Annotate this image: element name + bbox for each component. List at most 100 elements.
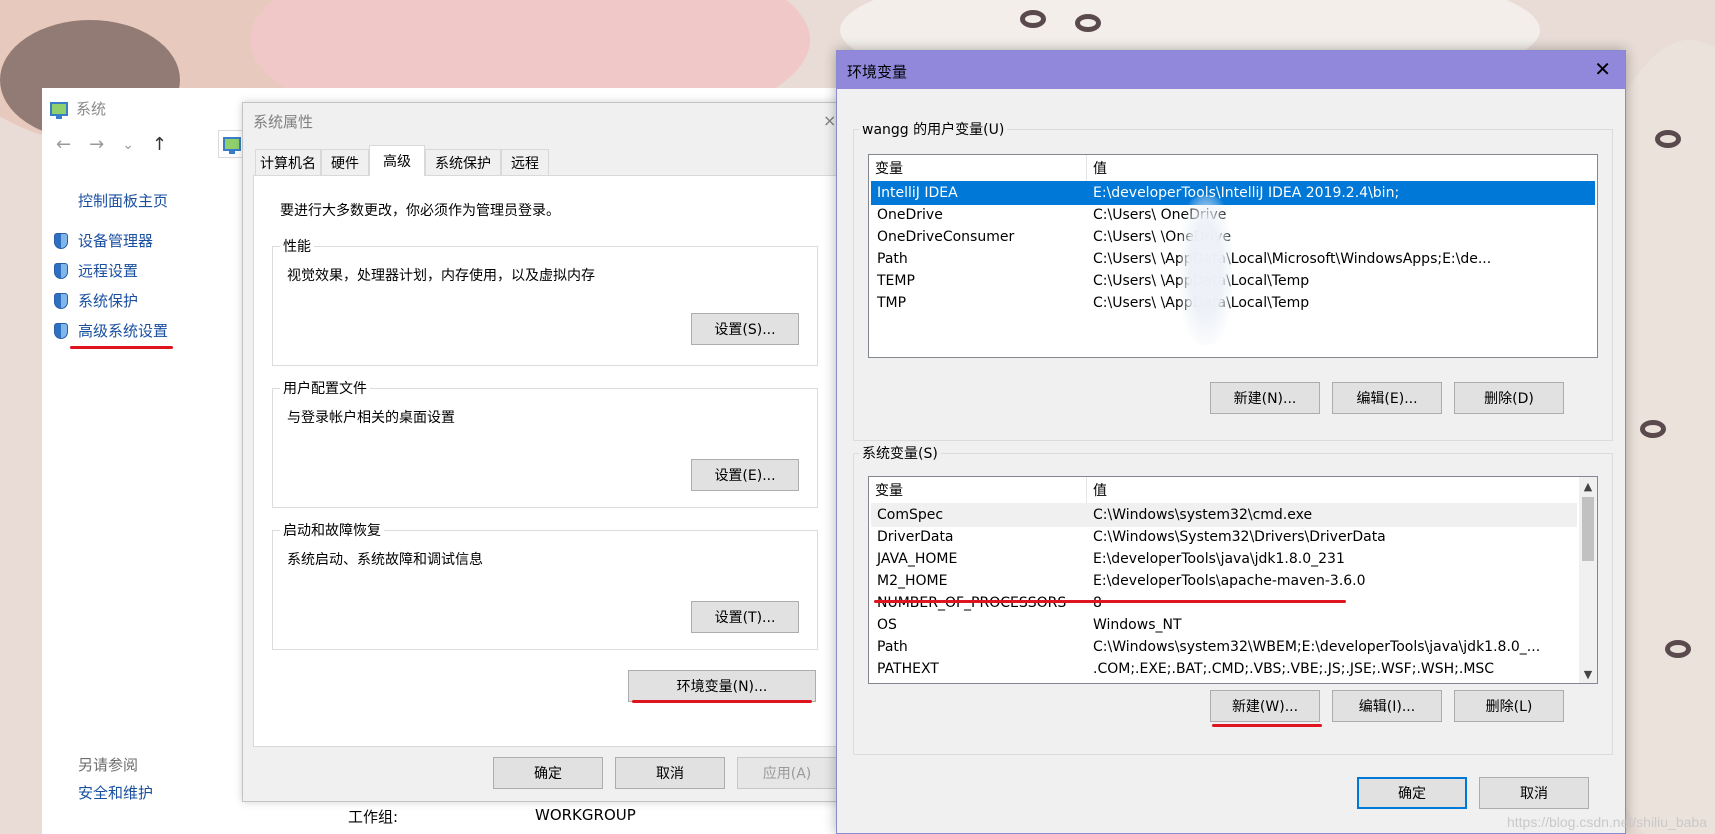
back-arrow-icon[interactable]: ← bbox=[56, 134, 71, 155]
table-row[interactable]: ComSpec C:\Windows\system32\cmd.exe bbox=[871, 503, 1577, 527]
variable-name: OS bbox=[877, 617, 897, 633]
column-header-value[interactable]: 值 bbox=[1087, 477, 1597, 503]
shield-icon bbox=[54, 292, 68, 309]
user-variables-table[interactable]: 变量 值 IntelliJ IDEA E:\developerTools\Int… bbox=[868, 154, 1598, 358]
column-header-variable[interactable]: 变量 bbox=[869, 477, 1087, 503]
tab-remote[interactable]: 远程 bbox=[501, 149, 549, 175]
user-profiles-description: 与登录帐户相关的桌面设置 bbox=[287, 410, 455, 426]
variable-name: IntelliJ IDEA bbox=[877, 185, 958, 201]
variable-name: M2_HOME bbox=[877, 573, 948, 589]
tab-hardware[interactable]: 硬件 bbox=[321, 149, 369, 175]
cancel-button[interactable]: 取消 bbox=[1479, 777, 1589, 809]
vertical-scrollbar[interactable]: ▲ ▼ bbox=[1579, 477, 1597, 683]
dialog-title: 系统属性 bbox=[253, 113, 314, 131]
table-row[interactable]: NUMBER_OF_PROCESSORS 8 bbox=[871, 591, 1577, 615]
title-bar: 环境变量 ✕ bbox=[837, 51, 1625, 89]
tab-advanced[interactable]: 高级 bbox=[369, 145, 425, 176]
environment-variables-button[interactable]: 环境变量(N)... bbox=[628, 670, 816, 702]
user-edit-button[interactable]: 编辑(E)... bbox=[1332, 382, 1442, 414]
shield-icon bbox=[54, 262, 68, 279]
table-row[interactable]: TEMP C:\Users\ \AppData\Local\Temp bbox=[871, 269, 1595, 293]
variable-name: JAVA_HOME bbox=[877, 551, 958, 567]
table-row[interactable]: IntelliJ IDEA E:\developerTools\IntelliJ… bbox=[871, 181, 1595, 205]
workgroup-value: WORKGROUP bbox=[535, 806, 636, 824]
sidebar-item-label: 设备管理器 bbox=[78, 232, 154, 250]
forward-arrow-icon[interactable]: → bbox=[89, 134, 104, 155]
control-panel-home-link[interactable]: 控制面板主页 bbox=[78, 190, 168, 211]
user-delete-button[interactable]: 删除(D) bbox=[1454, 382, 1564, 414]
column-header-value[interactable]: 值 bbox=[1087, 155, 1597, 181]
security-maintenance-link[interactable]: 安全和维护 bbox=[78, 782, 153, 803]
shield-icon bbox=[54, 322, 68, 339]
variable-value: .COM;.EXE;.BAT;.CMD;.VBS;.VBE;.JS;.JSE;.… bbox=[1093, 661, 1495, 677]
sidebar-item-label: 高级系统设置 bbox=[78, 322, 169, 340]
table-row[interactable]: OneDriveConsumer C:\Users\ \OneDrive bbox=[871, 225, 1595, 249]
user-variables-title: wangg 的用户变量(U) bbox=[859, 119, 1008, 139]
shield-icon bbox=[54, 232, 68, 249]
user-variables-group: 变量 值 IntelliJ IDEA E:\developerTools\Int… bbox=[853, 129, 1613, 441]
scroll-down-icon[interactable]: ▼ bbox=[1579, 665, 1597, 683]
variable-value: C:\Windows\System32\Drivers\DriverData bbox=[1093, 529, 1386, 545]
close-icon[interactable]: × bbox=[823, 111, 836, 130]
tab-computer-name[interactable]: 计算机名 bbox=[255, 149, 321, 175]
ok-button[interactable]: 确定 bbox=[1357, 777, 1467, 809]
sidebar-item-protection[interactable]: 系统保护 bbox=[54, 290, 138, 311]
variable-name: PATHEXT bbox=[877, 661, 939, 677]
scroll-up-icon[interactable]: ▲ bbox=[1579, 477, 1597, 495]
table-row[interactable]: PATHEXT .COM;.EXE;.BAT;.CMD;.VBS;.VBE;.J… bbox=[871, 657, 1577, 681]
sidebar-item-device-manager[interactable]: 设备管理器 bbox=[54, 230, 153, 251]
tab-system-protection[interactable]: 系统保护 bbox=[425, 149, 501, 175]
workgroup-label: 工作组: bbox=[348, 808, 399, 826]
tab-panel-advanced: 要进行大多数更改，你必须作为管理员登录。 视觉效果，处理器计划，内存使用，以及虚… bbox=[253, 175, 843, 747]
sidebar-item-advanced-settings[interactable]: 高级系统设置 bbox=[54, 320, 168, 341]
navigation-bar: ← → ⌄ ↑ bbox=[56, 134, 167, 155]
close-icon[interactable]: ✕ bbox=[1594, 57, 1611, 81]
startup-settings-button[interactable]: 设置(T)... bbox=[691, 601, 799, 633]
recent-chevron-icon[interactable]: ⌄ bbox=[122, 137, 134, 153]
variable-name: OneDrive bbox=[877, 207, 943, 223]
system-properties-dialog: 系统属性 × 计算机名 硬件 高级 系统保护 远程 要进行大多数更改，你必须作为… bbox=[242, 102, 843, 802]
table-row[interactable]: M2_HOME E:\developerTools\apache-maven-3… bbox=[871, 569, 1577, 593]
variable-value: C:\Users\ \OneDrive bbox=[1093, 229, 1232, 245]
variable-name: DriverData bbox=[877, 529, 954, 545]
variable-name: Path bbox=[877, 639, 908, 655]
variable-value: C:\Windows\system32\cmd.exe bbox=[1093, 507, 1313, 523]
performance-group: 视觉效果，处理器计划，内存使用，以及虚拟内存 设置(S)... bbox=[272, 246, 818, 366]
sidebar-item-remote[interactable]: 远程设置 bbox=[54, 260, 138, 281]
table-row[interactable]: JAVA_HOME E:\developerTools\java\jdk1.8.… bbox=[871, 547, 1577, 571]
cancel-button[interactable]: 取消 bbox=[615, 757, 725, 789]
watermark: https://blog.csdn.net/shiliu_baba bbox=[1506, 814, 1707, 830]
monitor-icon bbox=[223, 137, 241, 154]
see-also-heading: 另请参阅 bbox=[78, 756, 139, 774]
dialog-title: 环境变量 bbox=[847, 63, 908, 81]
table-row[interactable]: Path C:\Users\ \AppData\Local\Microsoft\… bbox=[871, 247, 1595, 271]
sidebar-item-label: 远程设置 bbox=[78, 262, 139, 280]
user-profiles-group: 与登录帐户相关的桌面设置 设置(E)... bbox=[272, 388, 818, 508]
startup-recovery-title: 启动和故障恢复 bbox=[280, 520, 384, 540]
user-profiles-settings-button[interactable]: 设置(E)... bbox=[691, 459, 799, 491]
column-header-variable[interactable]: 变量 bbox=[869, 155, 1087, 181]
environment-variables-dialog: 环境变量 ✕ 变量 值 IntelliJ IDEA E:\developerTo… bbox=[836, 50, 1626, 834]
user-profiles-title: 用户配置文件 bbox=[280, 378, 370, 398]
user-new-button[interactable]: 新建(N)... bbox=[1210, 382, 1320, 414]
performance-settings-button[interactable]: 设置(S)... bbox=[691, 313, 799, 345]
table-row[interactable]: OS Windows_NT bbox=[871, 613, 1577, 637]
table-row[interactable]: DriverData C:\Windows\System32\Drivers\D… bbox=[871, 525, 1577, 549]
table-row[interactable]: Path C:\Windows\system32\WBEM;E:\develop… bbox=[871, 635, 1577, 659]
table-row[interactable]: OneDrive C:\Users\ OneDrive bbox=[871, 203, 1595, 227]
ok-button[interactable]: 确定 bbox=[493, 757, 603, 789]
privacy-blur bbox=[1180, 195, 1232, 345]
system-edit-button[interactable]: 编辑(I)... bbox=[1332, 690, 1442, 722]
system-delete-button[interactable]: 删除(L) bbox=[1454, 690, 1564, 722]
variable-name: ComSpec bbox=[877, 507, 944, 523]
table-row[interactable]: TMP C:\Users\ \AppData\Local\Temp bbox=[871, 291, 1595, 315]
variable-value: E:\developerTools\IntelliJ IDEA 2019.2.4… bbox=[1093, 185, 1400, 201]
admin-note: 要进行大多数更改，你必须作为管理员登录。 bbox=[280, 203, 560, 219]
apply-button[interactable]: 应用(A) bbox=[737, 757, 837, 789]
up-arrow-icon[interactable]: ↑ bbox=[152, 134, 167, 155]
system-new-button[interactable]: 新建(W)... bbox=[1210, 690, 1320, 722]
variable-name: NUMBER_OF_PROCESSORS bbox=[877, 595, 1067, 611]
system-variables-table[interactable]: 变量 值 ComSpec C:\Windows\system32\cmd.exe… bbox=[868, 476, 1598, 684]
system-variables-group: 变量 值 ComSpec C:\Windows\system32\cmd.exe… bbox=[853, 453, 1613, 755]
scrollbar-thumb[interactable] bbox=[1582, 497, 1594, 561]
